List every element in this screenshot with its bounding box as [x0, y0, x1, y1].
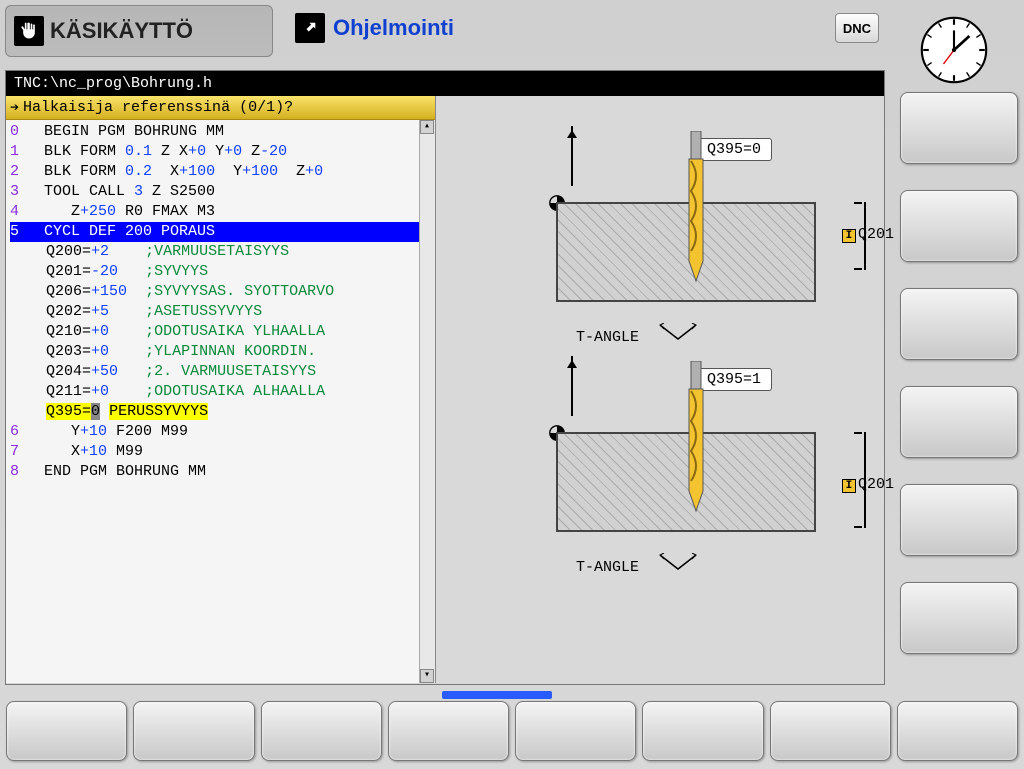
softkey-r6[interactable] [900, 582, 1018, 654]
prompt-text: Halkaisija referenssinä (0/1)? [23, 99, 293, 116]
softkey-b3[interactable] [261, 701, 382, 761]
softkey-b5[interactable] [515, 701, 636, 761]
code-line-param[interactable]: Q395=0 PERUSSYVYYS [10, 402, 435, 422]
softkey-r3[interactable] [900, 288, 1018, 360]
softkey-b4[interactable] [388, 701, 509, 761]
dimension-tick [854, 432, 862, 434]
code-line[interactable]: 2 BLK FORM 0.2 X+100 Y+100 Z+0 [10, 162, 435, 182]
bottom-softkey-row [6, 701, 1018, 763]
mode-tab-manual[interactable]: KÄSIKÄYTTÖ [5, 5, 273, 57]
diagram-q395-0: Q395=0 IQ201 T-ANGLE [526, 146, 846, 356]
code-line-param[interactable]: Q210=+0 ;ODOTUSAIKA YLHAALLA [10, 322, 435, 342]
code-line-param[interactable]: Q211=+0 ;ODOTUSAIKA ALHAALLA [10, 382, 435, 402]
drill-bit-icon [681, 361, 711, 526]
q201-label: IQ201 [842, 476, 894, 493]
angle-icon [658, 323, 698, 341]
mode-tab-label: KÄSIKÄYTTÖ [50, 18, 193, 44]
code-line[interactable]: 8 END PGM BOHRUNG MM [10, 462, 435, 482]
drill-bit-icon [681, 131, 711, 296]
progress-marker [442, 691, 552, 699]
mode-tab-programming[interactable]: Ohjelmointi [295, 5, 454, 43]
softkey-r1[interactable] [900, 92, 1018, 164]
input-prompt: ➔ Halkaisija referenssinä (0/1)? [6, 96, 435, 120]
dimension-tick [854, 202, 862, 204]
code-line[interactable]: 6 Y+10 F200 M99 [10, 422, 435, 442]
code-line-param[interactable]: Q202=+5 ;ASETUSSYVYYS [10, 302, 435, 322]
scroll-up-icon[interactable]: ▴ [420, 120, 434, 134]
softkey-r4[interactable] [900, 386, 1018, 458]
z-axis-arrow-icon [571, 356, 573, 416]
t-angle-label: T-ANGLE [576, 559, 639, 576]
cycle-graphic-pane: Q395=0 IQ201 T-ANGLE [436, 96, 884, 683]
code-line-param[interactable]: Q200=+2 ;VARMUUSETAISYYS [10, 242, 435, 262]
scroll-down-icon[interactable]: ▾ [420, 669, 434, 683]
code-line[interactable]: 3 TOOL CALL 3 Z S2500 [10, 182, 435, 202]
dnc-button[interactable]: DNC [835, 13, 879, 43]
dimension-tick [854, 268, 862, 270]
code-line-selected[interactable]: 5 CYCL DEF 200 PORAUS [10, 222, 435, 242]
softkey-r5[interactable] [900, 484, 1018, 556]
softkey-b8[interactable] [897, 701, 1018, 761]
prog-tab-label: Ohjelmointi [333, 15, 454, 41]
z-axis-arrow-icon [571, 126, 573, 186]
nc-code-editor[interactable]: ➔ Halkaisija referenssinä (0/1)? 0 BEGIN… [6, 96, 436, 683]
code-line[interactable]: 1 BLK FORM 0.1 Z X+0 Y+0 Z-20 [10, 142, 435, 162]
return-icon [295, 13, 325, 43]
softkey-b6[interactable] [642, 701, 763, 761]
code-line-param[interactable]: Q206=+150 ;SYVYYSAS. SYOTTOARVO [10, 282, 435, 302]
code-line-param[interactable]: Q201=-20 ;SYVYYS [10, 262, 435, 282]
code-line[interactable]: 0 BEGIN PGM BOHRUNG MM [10, 122, 435, 142]
code-line-param[interactable]: Q203=+0 ;YLAPINNAN KOORDIN. [10, 342, 435, 362]
diagram-q395-1: Q395=1 IQ201 T-ANGLE [526, 376, 846, 586]
code-line[interactable]: 7 X+10 M99 [10, 442, 435, 462]
clock-icon [919, 15, 989, 85]
softkey-r2[interactable] [900, 190, 1018, 262]
work-area: TNC:\nc_prog\Bohrung.h ➔ Halkaisija refe… [5, 70, 885, 685]
angle-icon [658, 553, 698, 571]
softkey-b7[interactable] [770, 701, 891, 761]
q201-label: IQ201 [842, 226, 894, 243]
t-angle-label: T-ANGLE [576, 329, 639, 346]
editor-scrollbar[interactable]: ▴ ▾ [419, 120, 435, 683]
hand-icon [14, 16, 44, 46]
arrow-right-icon: ➔ [10, 98, 19, 117]
code-line-param[interactable]: Q204=+50 ;2. VARMUUSETAISYYS [10, 362, 435, 382]
softkey-b2[interactable] [133, 701, 254, 761]
code-body[interactable]: 0 BEGIN PGM BOHRUNG MM1 BLK FORM 0.1 Z X… [6, 120, 435, 680]
softkey-b1[interactable] [6, 701, 127, 761]
dimension-tick [854, 526, 862, 528]
file-path: TNC:\nc_prog\Bohrung.h [6, 71, 884, 96]
right-softkey-column [900, 92, 1022, 654]
code-line[interactable]: 4 Z+250 R0 FMAX M3 [10, 202, 435, 222]
